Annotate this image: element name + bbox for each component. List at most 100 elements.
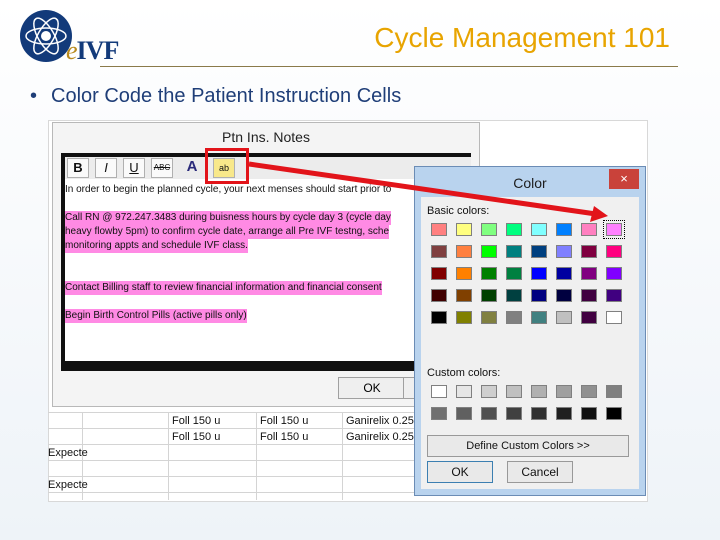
- highlight-annotation-box: [205, 148, 249, 184]
- custom-color-swatch[interactable]: [506, 407, 522, 420]
- sheet-cell[interactable]: Foll 150 u: [172, 431, 220, 443]
- logo-wordmark: eIVF: [66, 36, 119, 65]
- custom-color-swatch[interactable]: [531, 407, 547, 420]
- basic-color-swatch[interactable]: [506, 223, 522, 236]
- color-dialog: Color × Basic colors: Custom colors: Def…: [414, 166, 646, 496]
- logo-emblem-icon: [20, 10, 72, 62]
- bold-button[interactable]: B: [67, 158, 89, 178]
- basic-color-swatch[interactable]: [506, 245, 522, 258]
- sheet-cell[interactable]: Foll 150 u: [172, 415, 220, 427]
- custom-color-swatch[interactable]: [581, 385, 597, 398]
- custom-color-swatch[interactable]: [606, 385, 622, 398]
- slide-title: Cycle Management 101: [374, 22, 670, 53]
- notes-line: heavy flowby 5pm) to confirm cycle date,…: [65, 225, 390, 239]
- underline-button[interactable]: U: [123, 158, 145, 178]
- sheet-cell[interactable]: Ganirelix 0.25: [346, 415, 414, 427]
- custom-color-swatch[interactable]: [481, 385, 497, 398]
- basic-color-swatch[interactable]: [456, 267, 472, 280]
- basic-color-swatch[interactable]: [431, 245, 447, 258]
- basic-color-swatch[interactable]: [506, 289, 522, 302]
- basic-colors-label: Basic colors:: [427, 205, 490, 217]
- basic-color-swatch[interactable]: [606, 267, 622, 280]
- notes-line: Call RN @ 972.247.3483 during buisness h…: [65, 211, 391, 225]
- sheet-cell[interactable]: Foll 150 u: [260, 431, 308, 443]
- grid-line: [48, 492, 418, 493]
- basic-color-swatch[interactable]: [481, 245, 497, 258]
- notes-editor: B I U ABC A ab In order to begin the pla…: [61, 153, 471, 371]
- sheet-cell[interactable]: Expecte: [48, 447, 88, 459]
- bullet-point: • Color Code the Patient Instruction Cell…: [30, 85, 401, 108]
- grid-line: [48, 476, 418, 477]
- grid-line: [48, 412, 418, 413]
- basic-color-swatch[interactable]: [456, 289, 472, 302]
- basic-color-swatch[interactable]: [581, 245, 597, 258]
- basic-color-swatch[interactable]: [481, 289, 497, 302]
- custom-color-swatch[interactable]: [431, 407, 447, 420]
- basic-color-swatch[interactable]: [531, 223, 547, 236]
- sheet-cell[interactable]: Ganirelix 0.25: [346, 431, 414, 443]
- basic-color-swatch[interactable]: [431, 267, 447, 280]
- basic-color-swatch[interactable]: [431, 223, 447, 236]
- notes-dialog-title: Ptn Ins. Notes: [222, 129, 310, 145]
- grid-line: [48, 444, 418, 445]
- basic-color-swatch[interactable]: [556, 223, 572, 236]
- basic-color-swatch[interactable]: [456, 223, 472, 236]
- grid-line: [256, 412, 257, 500]
- basic-color-swatch[interactable]: [531, 311, 547, 324]
- custom-color-swatch[interactable]: [456, 385, 472, 398]
- basic-color-swatch[interactable]: [531, 289, 547, 302]
- color-dialog-body: Basic colors: Custom colors: Define Cust…: [421, 197, 639, 489]
- grid-line: [168, 412, 169, 500]
- basic-color-swatch[interactable]: [556, 267, 572, 280]
- custom-color-swatch[interactable]: [506, 385, 522, 398]
- basic-color-swatch[interactable]: [431, 311, 447, 324]
- basic-color-swatch[interactable]: [506, 267, 522, 280]
- basic-color-swatch[interactable]: [603, 220, 625, 239]
- basic-color-swatch[interactable]: [456, 311, 472, 324]
- basic-color-swatch[interactable]: [606, 311, 622, 324]
- define-custom-colors-button[interactable]: Define Custom Colors >>: [427, 435, 629, 457]
- basic-color-swatch[interactable]: [581, 223, 597, 236]
- basic-color-swatch[interactable]: [556, 245, 572, 258]
- basic-color-swatch[interactable]: [506, 311, 522, 324]
- basic-color-swatch[interactable]: [481, 311, 497, 324]
- close-button[interactable]: ×: [609, 169, 639, 189]
- basic-color-swatch[interactable]: [581, 311, 597, 324]
- grid-line: [342, 412, 343, 500]
- italic-button[interactable]: I: [95, 158, 117, 178]
- basic-color-swatch[interactable]: [481, 267, 497, 280]
- basic-color-swatch[interactable]: [581, 289, 597, 302]
- strikethrough-button[interactable]: ABC: [151, 158, 173, 178]
- custom-color-swatch[interactable]: [556, 407, 572, 420]
- sheet-cell[interactable]: Expecte: [48, 479, 88, 491]
- basic-color-swatch[interactable]: [531, 267, 547, 280]
- basic-color-swatch[interactable]: [456, 245, 472, 258]
- sheet-cell[interactable]: Foll 150 u: [260, 415, 308, 427]
- basic-color-swatch[interactable]: [581, 267, 597, 280]
- grid-line: [48, 460, 418, 461]
- title-divider: [100, 66, 678, 67]
- custom-color-swatch[interactable]: [581, 407, 597, 420]
- notes-line: monitoring appts and schedule IVF class.: [65, 239, 248, 253]
- basic-color-swatch[interactable]: [531, 245, 547, 258]
- notes-ok-button[interactable]: OK: [338, 377, 406, 399]
- font-color-button[interactable]: A: [181, 158, 203, 178]
- basic-color-swatch[interactable]: [606, 245, 622, 258]
- custom-color-swatch[interactable]: [556, 385, 572, 398]
- custom-color-swatch[interactable]: [456, 407, 472, 420]
- custom-colors-label: Custom colors:: [427, 367, 501, 379]
- basic-color-swatch[interactable]: [431, 289, 447, 302]
- custom-color-swatch[interactable]: [531, 385, 547, 398]
- color-ok-button[interactable]: OK: [427, 461, 493, 483]
- custom-color-swatch[interactable]: [431, 385, 447, 398]
- basic-color-swatch[interactable]: [606, 289, 622, 302]
- notes-line: Contact Billing staff to review financia…: [65, 281, 382, 295]
- basic-color-swatch[interactable]: [481, 223, 497, 236]
- basic-color-swatch[interactable]: [556, 311, 572, 324]
- format-toolbar: B I U ABC A ab: [65, 157, 471, 179]
- custom-color-swatch[interactable]: [481, 407, 497, 420]
- custom-color-swatch[interactable]: [606, 407, 622, 420]
- color-cancel-button[interactable]: Cancel: [507, 461, 573, 483]
- notes-text-area[interactable]: In order to begin the planned cycle, you…: [65, 179, 471, 361]
- basic-color-swatch[interactable]: [556, 289, 572, 302]
